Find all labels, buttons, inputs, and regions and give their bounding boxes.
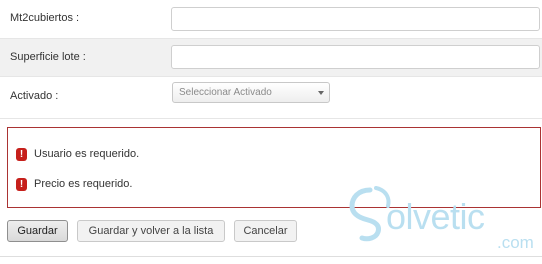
activado-label: Activado : — [10, 90, 59, 102]
cancel-button[interactable]: Cancelar — [234, 220, 297, 242]
error-item: ! Usuario es requerido. — [16, 147, 139, 161]
error-item: ! Precio es requerido. — [16, 177, 132, 191]
watermark-brand: olvetic — [386, 196, 485, 237]
activado-select[interactable]: Seleccionar Activado — [172, 82, 330, 103]
watermark-suffix: .com — [497, 233, 534, 252]
chevron-down-icon — [318, 91, 324, 95]
activado-select-value: Seleccionar Activado — [179, 87, 272, 98]
bottom-divider — [0, 256, 542, 257]
mt2cubiertos-input[interactable] — [171, 7, 540, 31]
exclamation-icon: ! — [16, 147, 27, 161]
exclamation-icon: ! — [16, 177, 27, 191]
mt2cubiertos-label: Mt2cubiertos : — [10, 12, 80, 24]
save-button[interactable]: Guardar — [7, 220, 68, 242]
error-message: Precio es requerido. — [34, 178, 133, 190]
row-divider — [0, 118, 542, 119]
error-message: Usuario es requerido. — [34, 148, 140, 160]
form-row-mt2cubiertos: Mt2cubiertos : — [0, 0, 542, 38]
superficie-lote-label: Superficie lote : — [10, 51, 86, 63]
save-and-return-button[interactable]: Guardar y volver a la lista — [77, 220, 225, 242]
form-row-superficie-lote: Superficie lote : — [0, 39, 542, 76]
superficie-lote-input[interactable] — [171, 45, 540, 69]
solvetic-watermark: olvetic .com — [346, 184, 542, 256]
